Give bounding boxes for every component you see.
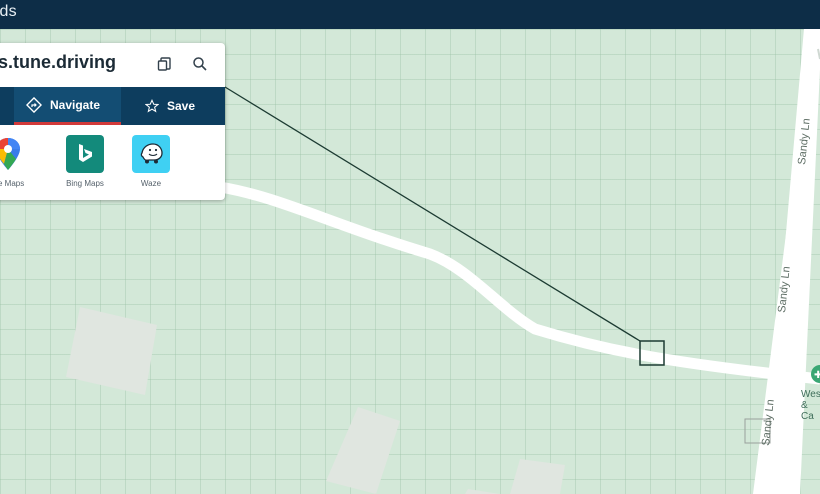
tab-navigate[interactable]: Navigate [14, 87, 121, 125]
app-waze[interactable]: Waze [121, 135, 181, 188]
location-card: s.tune.driving Navigate Save e Maps Bing… [0, 43, 225, 200]
action-tabs: Navigate Save [0, 87, 225, 125]
building [465, 489, 500, 494]
tab-hidden[interactable] [0, 87, 12, 125]
tab-navigate-label: Navigate [50, 97, 101, 112]
tab-save[interactable]: Save [145, 87, 225, 125]
copy-button[interactable] [154, 53, 176, 75]
driveway [219, 181, 820, 385]
building [510, 459, 565, 494]
building [326, 407, 400, 494]
app-google-maps[interactable]: gle Maps [0, 135, 38, 188]
app-title: rds [0, 3, 17, 20]
app-google-maps-label: gle Maps [0, 179, 25, 188]
google-maps-icon [0, 135, 27, 173]
poi-label[interactable]: Wes & Ca [801, 389, 820, 422]
callout-line [224, 86, 641, 342]
app-bing-maps[interactable]: Bing Maps [55, 135, 115, 188]
waze-icon [132, 135, 170, 173]
building [66, 307, 157, 395]
poi-label-line2: & Ca [801, 400, 814, 422]
star-icon [145, 99, 159, 113]
bing-maps-icon [66, 135, 104, 173]
search-button[interactable] [189, 53, 211, 75]
svg-text:✚: ✚ [814, 370, 820, 381]
app-bing-maps-label: Bing Maps [66, 179, 104, 188]
copy-icon [157, 57, 171, 71]
navigation-apps: gle Maps Bing Maps Waze [0, 135, 225, 195]
diamond-arrow-icon [26, 96, 42, 113]
app-waze-label: Waze [140, 179, 162, 188]
location-title: s.tune.driving [0, 52, 117, 72]
search-icon [193, 57, 207, 71]
tab-save-label: Save [167, 99, 196, 113]
poi-label-line1: Wes [801, 389, 820, 400]
top-bar: rds [0, 0, 820, 29]
